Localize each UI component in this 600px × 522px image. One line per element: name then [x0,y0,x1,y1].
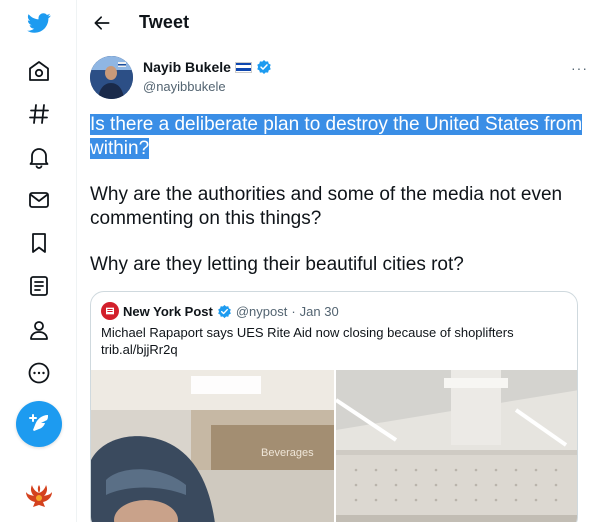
tweet-detail-column: Tweet Nayib Bukele @nayibbukele ··· Is t… [78,0,600,522]
messages-icon[interactable] [26,187,52,213]
compose-tweet-button[interactable] [16,401,62,447]
quoted-tweet-header: New York Post @nypost · Jan 30 [101,302,339,320]
more-options-button[interactable]: ··· [571,60,588,76]
tweet-text-paragraph: Why are they letting their beautiful cit… [90,254,464,275]
home-icon[interactable] [26,58,52,84]
notifications-icon[interactable] [26,144,52,170]
el-salvador-flag-icon [234,61,252,73]
verified-badge-icon [218,304,231,318]
author-avatar[interactable] [90,56,133,99]
author-name-text: Nayib Bukele [143,59,231,75]
tweet-body: Is there a deliberate plan to destroy th… [90,113,584,300]
author-handle[interactable]: @nayibbukele [143,79,226,94]
lists-icon[interactable] [26,273,52,299]
media-image-right[interactable] [336,370,577,522]
quoted-tweet-text: Michael Rapaport says UES Rite Aid now c… [101,324,561,358]
back-button[interactable] [90,11,114,35]
quoted-tweet-card[interactable]: New York Post @nypost · Jan 30 Michael R… [90,291,578,522]
tweet-text-paragraph: Why are the authorities and some of the … [90,184,563,229]
verified-badge-icon [257,60,271,74]
quoted-text: Michael Rapaport says UES Rite Aid now c… [101,325,514,340]
tweet-text-highlighted: Is there a deliberate plan to destroy th… [90,114,583,159]
quoted-date: Jan 30 [299,303,339,319]
profile-icon[interactable] [26,317,52,343]
page-header: Tweet [78,0,600,46]
media-image-left[interactable]: Beverages [91,370,334,522]
twitter-logo-icon[interactable] [26,10,52,36]
bookmarks-icon[interactable] [26,230,52,256]
account-avatar-icon[interactable] [23,481,55,513]
explore-icon[interactable] [26,101,52,127]
nypost-logo-icon [101,302,119,320]
quoted-media[interactable]: Beverages [91,370,577,522]
page-title: Tweet [139,12,190,32]
more-icon[interactable] [26,360,52,386]
quoted-author-handle: @nypost [235,303,288,319]
quoted-link[interactable]: trib.al/bjjRr2q [101,341,561,358]
arrow-left-icon [94,16,110,30]
sidebar-nav [0,0,77,522]
meta-separator: · [291,303,296,319]
quoted-author-name: New York Post [123,303,213,319]
beverages-sign: Beverages [261,447,314,459]
author-name[interactable]: Nayib Bukele [143,59,272,75]
feather-plus-icon [29,414,48,431]
